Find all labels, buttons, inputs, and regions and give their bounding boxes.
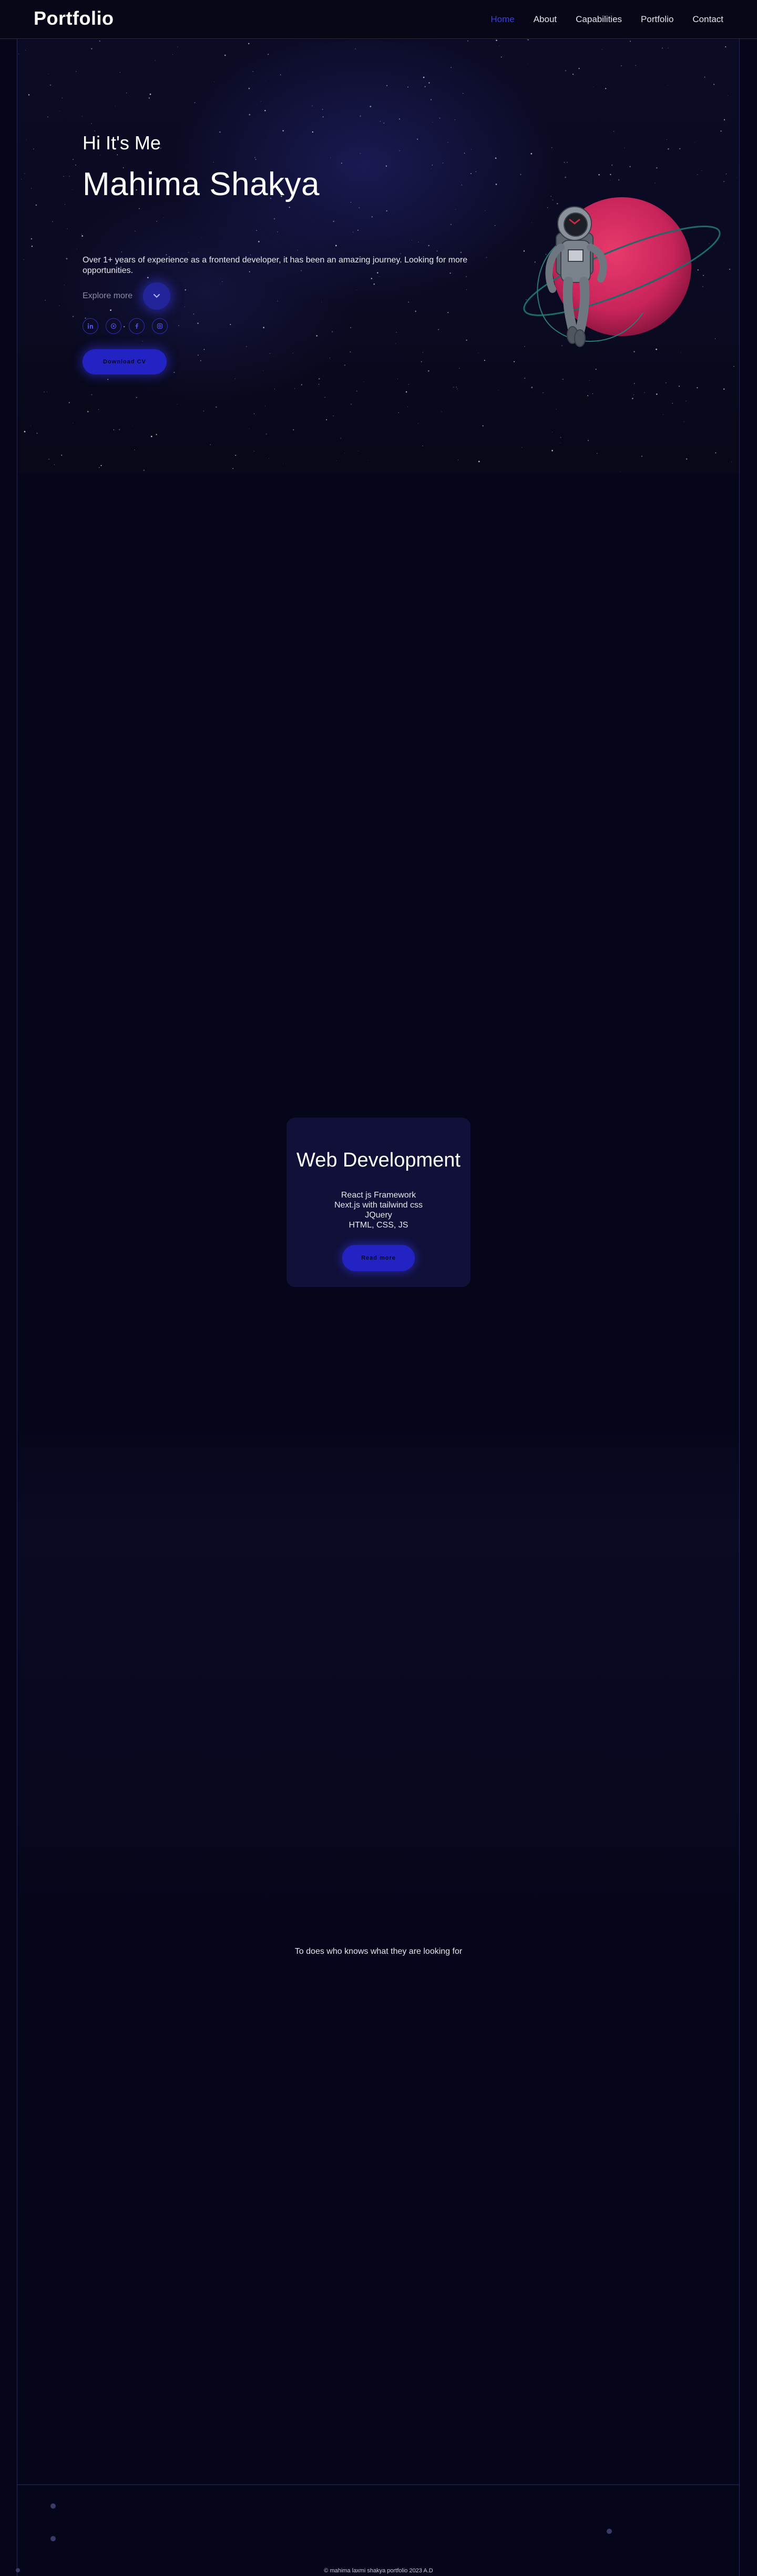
nav-link-contact[interactable]: Contact	[692, 14, 723, 25]
github-icon[interactable]	[106, 318, 121, 334]
hero-name: Mahima Shakya	[83, 166, 320, 202]
hero-section: Hi It's Me Mahima Shakya Over 1+ years o…	[17, 39, 739, 473]
frame-border-right	[739, 39, 740, 2576]
social-links	[83, 318, 168, 334]
facebook-icon[interactable]	[129, 318, 145, 334]
nav-link-about[interactable]: About	[534, 14, 557, 25]
footer-divider	[17, 2484, 739, 2485]
hero-greeting: Hi It's Me	[83, 132, 161, 154]
capability-list: React js Framework Next.js with tailwind…	[287, 1190, 470, 1230]
footer-decor-dot	[50, 2536, 56, 2541]
capability-item: React js Framework	[341, 1191, 416, 1200]
capability-item: HTML, CSS, JS	[349, 1221, 408, 1230]
nav-link-portfolio[interactable]: Portfolio	[641, 14, 673, 25]
capability-card-web-development: Web Development React js Framework Next.…	[287, 1118, 470, 1287]
chevron-down-icon	[154, 294, 160, 298]
astronaut-planet-illustration	[523, 197, 721, 347]
instagram-icon[interactable]	[152, 318, 168, 334]
capability-title: Web Development	[296, 1149, 461, 1171]
capability-item: JQuery	[365, 1211, 392, 1220]
explore-more: Explore more	[83, 282, 171, 310]
navbar: Portfolio Home About Capabilities Portfo…	[0, 0, 757, 39]
download-cv-button[interactable]: Download CV	[83, 349, 167, 374]
nav-link-capabilities[interactable]: Capabilities	[576, 14, 622, 25]
footer-decor-dot	[50, 2503, 56, 2509]
capability-item: Next.js with tailwind css	[334, 1201, 423, 1210]
nav-links: Home About Capabilities Portfolio Contac…	[490, 14, 723, 25]
explore-more-label: Explore more	[83, 291, 133, 300]
linkedin-icon[interactable]	[83, 318, 98, 334]
brand-logo[interactable]: Portfolio	[34, 7, 114, 29]
footer-decor-dot	[607, 2529, 612, 2534]
portfolio-section-background	[17, 1420, 739, 1946]
explore-more-button[interactable]	[143, 282, 171, 310]
portfolio-tagline: To does who knows what they are looking …	[294, 1947, 463, 1956]
read-more-button[interactable]: Read more	[342, 1245, 415, 1271]
hero-description: Over 1+ years of experience as a fronten…	[83, 256, 468, 275]
footer-copyright: © mahima laxmi shakya portfolio 2023 A.D	[324, 2568, 433, 2574]
nav-link-home[interactable]: Home	[490, 14, 514, 25]
